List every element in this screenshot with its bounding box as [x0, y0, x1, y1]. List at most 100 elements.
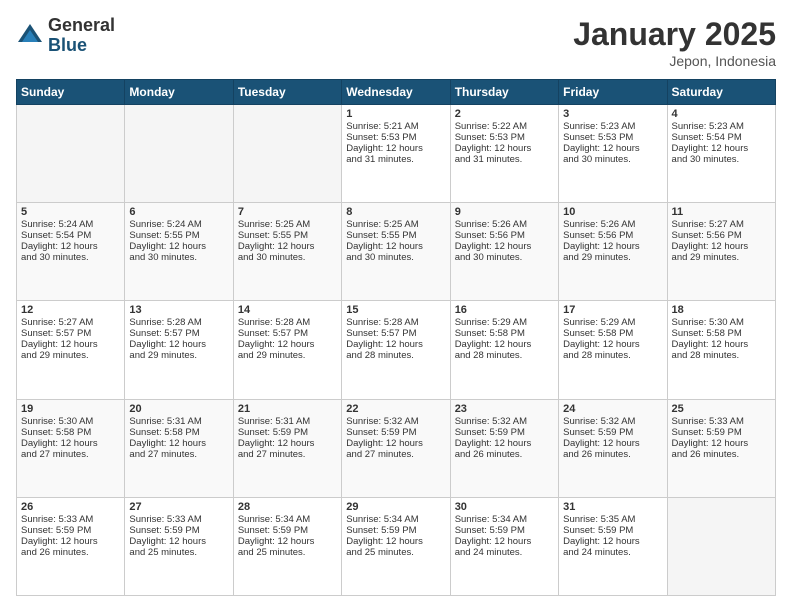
day-header-sunday: Sunday [17, 80, 125, 105]
day-info-line: Sunrise: 5:26 AM [563, 219, 662, 230]
day-info-line: Sunrise: 5:24 AM [21, 219, 120, 230]
day-info-line: Sunset: 5:53 PM [563, 132, 662, 143]
calendar-cell: 29Sunrise: 5:34 AMSunset: 5:59 PMDayligh… [342, 497, 450, 595]
calendar-cell: 21Sunrise: 5:31 AMSunset: 5:59 PMDayligh… [233, 399, 341, 497]
day-number: 13 [129, 304, 228, 316]
calendar-header-row: SundayMondayTuesdayWednesdayThursdayFrid… [17, 80, 776, 105]
day-info-line: Daylight: 12 hours [455, 339, 554, 350]
day-info-line: and 25 minutes. [238, 547, 337, 558]
day-info-line: and 25 minutes. [129, 547, 228, 558]
day-header-monday: Monday [125, 80, 233, 105]
day-number: 3 [563, 108, 662, 120]
day-info-line: and 30 minutes. [563, 154, 662, 165]
day-number: 29 [346, 501, 445, 513]
day-info-line: Sunset: 5:58 PM [21, 427, 120, 438]
day-number: 5 [21, 206, 120, 218]
calendar-cell: 1Sunrise: 5:21 AMSunset: 5:53 PMDaylight… [342, 105, 450, 203]
day-number: 6 [129, 206, 228, 218]
week-row-1: 1Sunrise: 5:21 AMSunset: 5:53 PMDaylight… [17, 105, 776, 203]
logo-general: General [48, 16, 115, 36]
day-info-line: and 28 minutes. [672, 350, 771, 361]
day-info-line: Daylight: 12 hours [129, 438, 228, 449]
day-info-line: Sunrise: 5:32 AM [563, 416, 662, 427]
day-info-line: and 26 minutes. [21, 547, 120, 558]
day-info-line: Daylight: 12 hours [21, 339, 120, 350]
day-info-line: and 28 minutes. [346, 350, 445, 361]
day-info-line: Daylight: 12 hours [346, 536, 445, 547]
calendar-cell: 28Sunrise: 5:34 AMSunset: 5:59 PMDayligh… [233, 497, 341, 595]
day-info-line: Sunset: 5:59 PM [455, 427, 554, 438]
day-number: 1 [346, 108, 445, 120]
calendar-cell: 25Sunrise: 5:33 AMSunset: 5:59 PMDayligh… [667, 399, 775, 497]
day-info-line: Daylight: 12 hours [563, 536, 662, 547]
day-number: 18 [672, 304, 771, 316]
calendar-cell [667, 497, 775, 595]
day-info-line: Daylight: 12 hours [21, 536, 120, 547]
day-header-tuesday: Tuesday [233, 80, 341, 105]
day-info-line: and 27 minutes. [129, 449, 228, 460]
day-info-line: and 27 minutes. [21, 449, 120, 460]
day-info-line: Daylight: 12 hours [346, 438, 445, 449]
calendar-cell: 8Sunrise: 5:25 AMSunset: 5:55 PMDaylight… [342, 203, 450, 301]
calendar-table: SundayMondayTuesdayWednesdayThursdayFrid… [16, 79, 776, 596]
title-area: January 2025 Jepon, Indonesia [573, 16, 776, 69]
day-number: 26 [21, 501, 120, 513]
day-info-line: and 29 minutes. [238, 350, 337, 361]
day-info-line: Daylight: 12 hours [672, 241, 771, 252]
calendar-cell: 9Sunrise: 5:26 AMSunset: 5:56 PMDaylight… [450, 203, 558, 301]
header: General Blue January 2025 Jepon, Indones… [16, 16, 776, 69]
day-info-line: Sunset: 5:59 PM [129, 525, 228, 536]
day-info-line: Daylight: 12 hours [346, 241, 445, 252]
calendar-cell: 3Sunrise: 5:23 AMSunset: 5:53 PMDaylight… [559, 105, 667, 203]
day-info-line: Sunrise: 5:22 AM [455, 121, 554, 132]
day-number: 28 [238, 501, 337, 513]
day-info-line: Sunrise: 5:28 AM [129, 317, 228, 328]
day-info-line: Sunrise: 5:26 AM [455, 219, 554, 230]
day-number: 2 [455, 108, 554, 120]
calendar-cell: 31Sunrise: 5:35 AMSunset: 5:59 PMDayligh… [559, 497, 667, 595]
day-info-line: and 30 minutes. [455, 252, 554, 263]
calendar-cell: 4Sunrise: 5:23 AMSunset: 5:54 PMDaylight… [667, 105, 775, 203]
day-info-line: and 31 minutes. [455, 154, 554, 165]
logo-text: General Blue [48, 16, 115, 56]
day-info-line: Sunrise: 5:23 AM [672, 121, 771, 132]
calendar-cell: 30Sunrise: 5:34 AMSunset: 5:59 PMDayligh… [450, 497, 558, 595]
day-number: 20 [129, 403, 228, 415]
calendar-cell: 6Sunrise: 5:24 AMSunset: 5:55 PMDaylight… [125, 203, 233, 301]
calendar-cell [233, 105, 341, 203]
day-info-line: Daylight: 12 hours [563, 438, 662, 449]
logo-icon [16, 22, 44, 50]
day-info-line: Daylight: 12 hours [455, 241, 554, 252]
day-info-line: Sunset: 5:55 PM [238, 230, 337, 241]
day-info-line: Sunset: 5:59 PM [346, 427, 445, 438]
day-info-line: Sunset: 5:57 PM [238, 328, 337, 339]
day-info-line: Sunset: 5:53 PM [455, 132, 554, 143]
day-info-line: and 26 minutes. [563, 449, 662, 460]
day-header-thursday: Thursday [450, 80, 558, 105]
day-info-line: Sunset: 5:57 PM [21, 328, 120, 339]
day-info-line: Daylight: 12 hours [672, 438, 771, 449]
day-info-line: Sunset: 5:59 PM [563, 427, 662, 438]
logo: General Blue [16, 16, 115, 56]
day-number: 10 [563, 206, 662, 218]
day-info-line: and 27 minutes. [238, 449, 337, 460]
day-info-line: Sunrise: 5:34 AM [346, 514, 445, 525]
calendar-cell: 16Sunrise: 5:29 AMSunset: 5:58 PMDayligh… [450, 301, 558, 399]
day-info-line: and 28 minutes. [563, 350, 662, 361]
day-info-line: and 31 minutes. [346, 154, 445, 165]
month-title: January 2025 [573, 16, 776, 53]
day-info-line: and 29 minutes. [129, 350, 228, 361]
day-info-line: Daylight: 12 hours [129, 241, 228, 252]
day-number: 17 [563, 304, 662, 316]
day-number: 9 [455, 206, 554, 218]
day-info-line: Sunrise: 5:27 AM [672, 219, 771, 230]
day-info-line: Sunrise: 5:30 AM [672, 317, 771, 328]
week-row-3: 12Sunrise: 5:27 AMSunset: 5:57 PMDayligh… [17, 301, 776, 399]
calendar-cell: 11Sunrise: 5:27 AMSunset: 5:56 PMDayligh… [667, 203, 775, 301]
day-info-line: Sunrise: 5:28 AM [238, 317, 337, 328]
calendar-cell: 22Sunrise: 5:32 AMSunset: 5:59 PMDayligh… [342, 399, 450, 497]
day-number: 19 [21, 403, 120, 415]
page: General Blue January 2025 Jepon, Indones… [0, 0, 792, 612]
calendar-cell: 23Sunrise: 5:32 AMSunset: 5:59 PMDayligh… [450, 399, 558, 497]
day-info-line: Sunset: 5:59 PM [563, 525, 662, 536]
